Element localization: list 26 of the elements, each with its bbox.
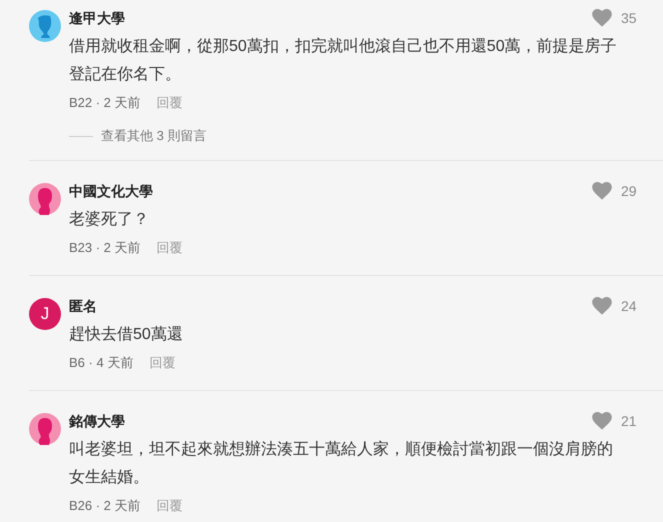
like-count: 29 bbox=[621, 182, 637, 201]
avatar: J bbox=[29, 298, 61, 330]
author-name: 匿名 bbox=[69, 297, 98, 316]
comment-text: 叫老婆坦，坦不起來就想辦法湊五十萬給人家，順便檢討當初跟一個沒肩膀的女生結婚。 bbox=[69, 440, 614, 488]
like-count: 24 bbox=[621, 297, 637, 316]
reply-link[interactable]: 回覆 bbox=[156, 93, 183, 113]
floor-and-time: B22 · 2 天前 bbox=[69, 94, 141, 112]
like-icon[interactable] bbox=[592, 297, 612, 315]
reply-link[interactable]: 回覆 bbox=[149, 353, 176, 373]
view-more-replies-link[interactable]: 查看其他 3 則留言 bbox=[101, 126, 206, 146]
author-name: 銘傳大學 bbox=[69, 412, 126, 431]
reply-link[interactable]: 回覆 bbox=[156, 238, 183, 258]
like-count: 35 bbox=[621, 9, 637, 28]
author-name: 逢甲大學 bbox=[69, 9, 126, 28]
floor-and-time: B26 · 2 天前 bbox=[69, 497, 141, 516]
floor-and-time: B6 · 4 天前 bbox=[69, 354, 134, 372]
like-icon[interactable] bbox=[592, 412, 612, 430]
floor-and-time: B23 · 2 天前 bbox=[69, 239, 141, 258]
reply-link[interactable]: 回覆 bbox=[156, 496, 183, 516]
like-icon[interactable] bbox=[592, 9, 612, 27]
like-icon[interactable] bbox=[592, 182, 612, 200]
comment-text: 老婆死了？ bbox=[69, 210, 150, 230]
author-name: 中國文化大學 bbox=[69, 182, 154, 201]
comment-text: 借用就收租金啊，從那50萬扣，扣完就叫他滾自己也不用還50萬，前提是房子登記在你名下。 bbox=[69, 36, 618, 85]
comment-text: 趕快去借50萬還 bbox=[69, 324, 184, 345]
like-count: 21 bbox=[621, 412, 637, 431]
